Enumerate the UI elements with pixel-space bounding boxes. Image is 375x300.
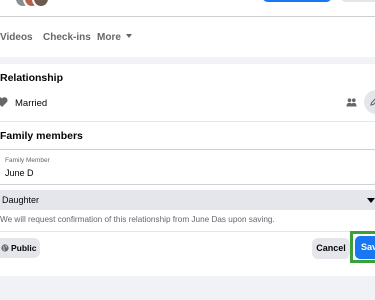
tab-checkins[interactable]: Check-ins: [43, 17, 91, 57]
confirmation-notice: We will request confirmation of this rel…: [0, 215, 275, 224]
primary-header-button[interactable]: [262, 0, 332, 2]
family-member-field-value: June D: [5, 168, 34, 178]
tab-more-label: More: [97, 32, 121, 43]
relation-select[interactable]: Daughter: [0, 190, 375, 210]
save-button[interactable]: Save: [355, 236, 375, 259]
family-members-heading: Family members: [0, 130, 83, 142]
relationship-heading: Relationship: [0, 72, 64, 84]
globe-icon: [1, 244, 9, 252]
secondary-header-button[interactable]: [340, 0, 375, 2]
tab-more[interactable]: More: [97, 17, 132, 57]
relation-select-value: Daughter: [2, 195, 40, 205]
chevron-down-icon: [367, 198, 375, 203]
cancel-button[interactable]: Cancel: [312, 238, 350, 259]
relationship-status: Married: [15, 98, 48, 109]
section-divider: [0, 121, 375, 122]
about-edit-card: Relationship Married Family members Fami…: [0, 64, 375, 276]
privacy-label: Public: [11, 243, 37, 253]
footer-divider: [0, 231, 375, 232]
heart-icon: [0, 97, 8, 107]
family-member-field-label: Family Member: [5, 157, 50, 164]
caret-down-icon: [125, 34, 132, 39]
privacy-selector-button[interactable]: Public: [0, 238, 40, 258]
pencil-icon: [370, 98, 375, 106]
top-strip: [0, 0, 375, 16]
edit-relationship-button[interactable]: [364, 90, 375, 114]
tab-videos[interactable]: Videos: [0, 17, 33, 57]
profile-tabs: Videos Check-ins More: [0, 16, 375, 57]
family-member-field[interactable]: Family Member June D: [0, 149, 375, 185]
people-icon[interactable]: [346, 98, 357, 107]
